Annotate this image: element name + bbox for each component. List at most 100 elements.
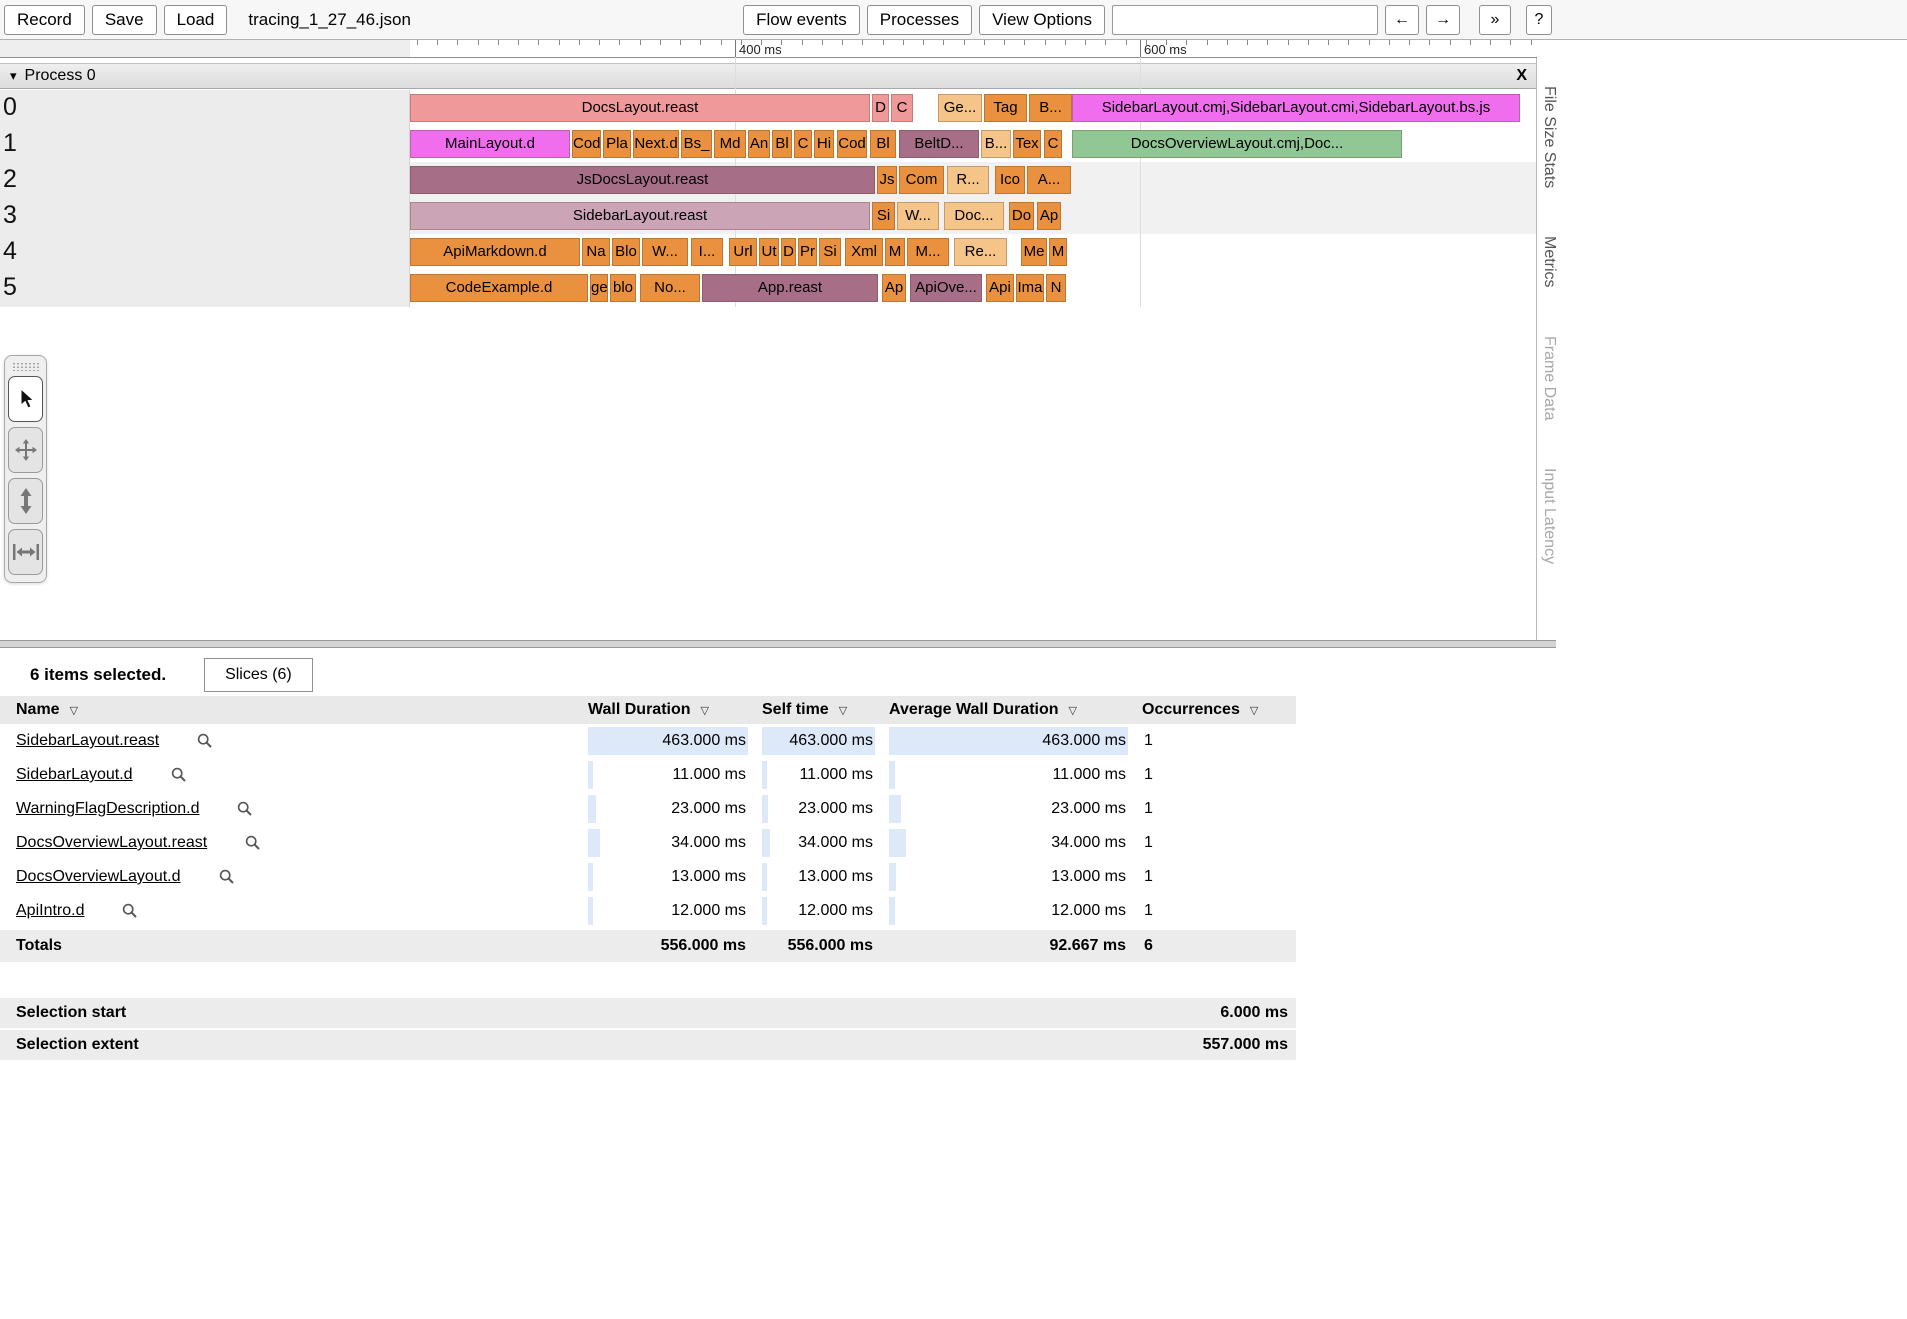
slice-name-link[interactable]: ApiIntro.d: [16, 902, 84, 920]
timeline-slice[interactable]: M...: [907, 238, 949, 266]
side-tab-metrics[interactable]: Metrics: [1540, 236, 1558, 288]
timeline-slice[interactable]: Hi: [814, 130, 834, 158]
timeline-slice[interactable]: B...: [981, 130, 1011, 158]
timeline-slice[interactable]: App.reast: [702, 274, 878, 302]
timeline-slice[interactable]: Doc...: [944, 202, 1004, 230]
timeline-slice[interactable]: Ima: [1016, 274, 1044, 302]
timeline-slice[interactable]: B...: [1029, 94, 1072, 122]
view-options-button[interactable]: View Options: [979, 4, 1105, 35]
timeline-slice[interactable]: Md: [714, 130, 746, 158]
timeline-slice[interactable]: N: [1046, 274, 1066, 302]
sort-down-icon[interactable]: ▽: [1250, 704, 1258, 717]
panel-splitter[interactable]: [0, 640, 1556, 648]
side-tab-frame-data[interactable]: Frame Data: [1540, 336, 1558, 420]
side-tab-input-latency[interactable]: Input Latency: [1540, 468, 1558, 564]
timeline-slice[interactable]: Ge...: [938, 94, 982, 122]
slices-tab[interactable]: Slices (6): [204, 658, 313, 692]
close-process-button[interactable]: X: [1516, 67, 1527, 85]
find-input[interactable]: [1112, 4, 1378, 35]
magnifier-icon[interactable]: [197, 733, 213, 749]
processes-button[interactable]: Processes: [866, 4, 973, 35]
timeline-slice[interactable]: DocsLayout.reast: [410, 94, 870, 122]
help-button[interactable]: ?: [1526, 4, 1552, 35]
timeline-slice[interactable]: Pr: [798, 238, 817, 266]
timeline-slice[interactable]: Blo: [612, 238, 640, 266]
timeline-slice[interactable]: C: [794, 130, 812, 158]
timeline-slice[interactable]: Bs_: [681, 130, 712, 158]
sort-down-icon[interactable]: ▽: [1069, 704, 1077, 717]
column-header-occurrences[interactable]: Occurrences ▽: [1142, 701, 1296, 719]
column-header-self-time[interactable]: Self time ▽: [762, 701, 875, 719]
timeline-slice[interactable]: blo: [610, 274, 636, 302]
timeline-slice[interactable]: Bl: [772, 130, 792, 158]
timeline-slice[interactable]: A...: [1027, 166, 1071, 194]
timeline-slice[interactable]: Js: [877, 166, 897, 194]
timeline-slice[interactable]: Ap: [1037, 202, 1061, 230]
slice-name-link[interactable]: DocsOverviewLayout.d: [16, 868, 181, 886]
timeline-slice[interactable]: SidebarLayout.cmj,SidebarLayout.cmi,Side…: [1072, 94, 1520, 122]
timeline-slice[interactable]: An: [748, 130, 770, 158]
load-button[interactable]: Load: [163, 4, 228, 35]
timeline-slice[interactable]: W...: [897, 202, 939, 230]
slice-name-link[interactable]: SidebarLayout.reast: [16, 732, 159, 750]
timeline-slice[interactable]: Ap: [882, 274, 906, 302]
timeline-slice[interactable]: JsDocsLayout.reast: [410, 166, 875, 194]
timeline-slice[interactable]: Si: [872, 202, 895, 230]
more-options-button[interactable]: »: [1479, 4, 1511, 35]
timeline-slice[interactable]: Ut: [759, 238, 779, 266]
sort-down-icon[interactable]: ▽: [70, 704, 78, 717]
pan-tool-button[interactable]: [8, 427, 43, 473]
magnifier-icon[interactable]: [219, 869, 235, 885]
timeline-slice[interactable]: ge: [590, 274, 608, 302]
timeline-slice[interactable]: Na: [582, 238, 610, 266]
timeline-slice[interactable]: Bl: [870, 130, 896, 158]
timeline-slice[interactable]: Next.d: [633, 130, 679, 158]
timeline-slice[interactable]: R...: [947, 166, 989, 194]
timeline-slice[interactable]: MainLayout.d: [410, 130, 570, 158]
timeline-slice[interactable]: Api: [986, 274, 1014, 302]
selection-tool-button[interactable]: [8, 376, 43, 422]
timeline-slice[interactable]: CodeExample.d: [410, 274, 588, 302]
timeline-slice[interactable]: Cod: [837, 130, 867, 158]
timeline-slice[interactable]: M: [1049, 238, 1067, 266]
sort-down-icon[interactable]: ▽: [701, 704, 709, 717]
find-next-button[interactable]: →: [1426, 4, 1460, 35]
sort-down-icon[interactable]: ▽: [839, 704, 847, 717]
flow-events-button[interactable]: Flow events: [743, 4, 860, 35]
column-header-average-wall-duration[interactable]: Average Wall Duration ▽: [889, 701, 1128, 719]
timeline-slice[interactable]: ApiOve...: [910, 274, 982, 302]
timeline-slice[interactable]: Tag: [984, 94, 1027, 122]
slice-name-link[interactable]: WarningFlagDescription.d: [16, 800, 199, 818]
find-previous-button[interactable]: ←: [1385, 4, 1419, 35]
timeline-slice[interactable]: Cod: [572, 130, 601, 158]
save-button[interactable]: Save: [91, 4, 157, 35]
side-tab-file-size-stats[interactable]: File Size Stats: [1540, 86, 1558, 188]
timeline-slice[interactable]: C: [1044, 130, 1062, 158]
timeline-slice[interactable]: Si: [819, 238, 841, 266]
timeline-slice[interactable]: DocsOverviewLayout.cmj,Doc...: [1072, 130, 1402, 158]
timeline-slice[interactable]: I...: [691, 238, 723, 266]
timeline-slice[interactable]: M: [885, 238, 905, 266]
column-header-wall-duration[interactable]: Wall Duration ▽: [588, 701, 748, 719]
column-header-name[interactable]: Name ▽: [0, 701, 588, 719]
collapse-icon[interactable]: ▾: [10, 68, 17, 84]
magnifier-icon[interactable]: [237, 801, 253, 817]
zoom-tool-button[interactable]: [8, 478, 43, 524]
timeline-slice[interactable]: Re...: [954, 238, 1007, 266]
magnifier-icon[interactable]: [122, 903, 138, 919]
timeline-slice[interactable]: Do: [1009, 202, 1034, 230]
timeline-slice[interactable]: Me: [1021, 238, 1047, 266]
timeline-slice[interactable]: W...: [642, 238, 688, 266]
timeline-slice[interactable]: Ico: [995, 166, 1025, 194]
slice-name-link[interactable]: SidebarLayout.d: [16, 766, 133, 784]
timeline-slice[interactable]: SidebarLayout.reast: [410, 202, 870, 230]
timeline-slice[interactable]: ApiMarkdown.d: [410, 238, 580, 266]
slice-name-link[interactable]: DocsOverviewLayout.reast: [16, 834, 207, 852]
timeline-slice[interactable]: Com: [899, 166, 944, 194]
palette-drag-handle[interactable]: [12, 362, 39, 371]
timeline-slice[interactable]: D: [872, 94, 889, 122]
timeline-slice[interactable]: BeltD...: [899, 130, 979, 158]
timeline-slice[interactable]: C: [891, 94, 913, 122]
magnifier-icon[interactable]: [171, 767, 187, 783]
timeline-slice[interactable]: Xml: [845, 238, 883, 266]
